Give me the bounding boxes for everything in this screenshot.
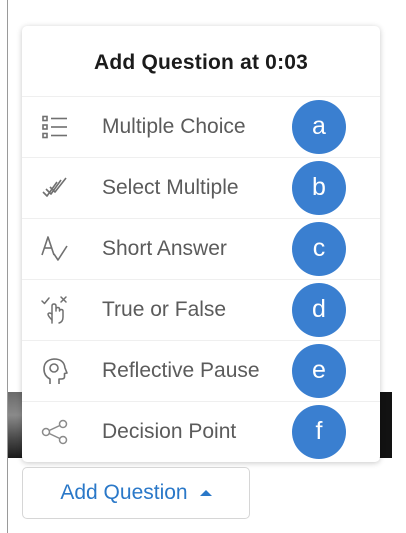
caret-up-icon: [199, 490, 212, 496]
hint-badge: f: [292, 405, 346, 459]
branch-share-icon: [40, 417, 70, 447]
menu-item-decision-point[interactable]: Decision Point f: [22, 401, 380, 462]
menu-item-multiple-choice[interactable]: Multiple Choice a: [22, 96, 380, 157]
hint-badge: d: [292, 283, 346, 337]
hint-badge: a: [292, 100, 346, 154]
list-icon: [40, 112, 70, 142]
menu-item-label: Multiple Choice: [102, 115, 246, 138]
hint-badge: e: [292, 344, 346, 398]
add-question-menu: Add Question at 0:03 Multiple Choice a S…: [22, 26, 380, 462]
menu-title: Add Question at 0:03: [93, 51, 309, 74]
menu-item-reflective-pause[interactable]: Reflective Pause e: [22, 340, 380, 401]
menu-item-select-multiple[interactable]: Select Multiple b: [22, 157, 380, 218]
checkmarks-icon: [40, 173, 70, 203]
text-check-icon: [40, 234, 70, 264]
video-preview-edge: [380, 392, 392, 458]
head-profile-icon: [40, 356, 70, 386]
menu-item-true-or-false[interactable]: True or False d: [22, 279, 380, 340]
menu-item-short-answer[interactable]: Short Answer c: [22, 218, 380, 279]
add-question-label: Add Question: [60, 481, 188, 504]
menu-item-label: Short Answer: [102, 237, 227, 260]
menu-item-label: Select Multiple: [102, 176, 239, 199]
hint-badge: c: [292, 222, 346, 276]
menu-item-label: Decision Point: [102, 420, 237, 443]
add-question-button[interactable]: Add Question: [22, 467, 250, 519]
menu-item-label: True or False: [102, 298, 227, 321]
hint-badge: b: [292, 161, 346, 215]
menu-item-label: Reflective Pause: [102, 359, 260, 382]
hand-check-x-icon: [40, 295, 70, 325]
